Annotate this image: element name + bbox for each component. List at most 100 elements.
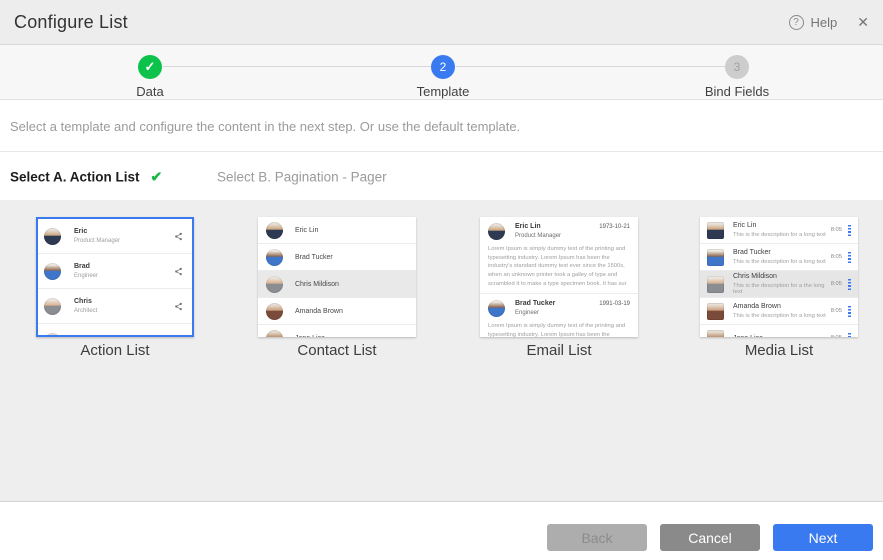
list-item: Eric Lin Product Manager 1973-10-21 Lore… — [480, 217, 638, 294]
share-icon — [174, 302, 183, 311]
template-label-action-list: Action List — [36, 342, 194, 359]
item-subtitle: Engineer — [74, 273, 98, 279]
drag-dots-icon — [848, 252, 851, 263]
cancel-button[interactable]: Cancel — [660, 524, 760, 551]
drag-dots-icon — [848, 333, 851, 338]
list-item: Brad Tucker — [258, 244, 416, 271]
list-item-selected: Chris Mildison — [258, 271, 416, 298]
item-description: This is the description for a long text — [733, 259, 826, 265]
item-body: Lorem Ipsum is simply dummy text of the … — [488, 322, 630, 337]
list-item: Chris Architect — [38, 289, 192, 324]
template-card-action-list[interactable]: Eric Product Manager Brad Engineer Chris… — [36, 217, 194, 337]
avatar — [707, 222, 724, 239]
avatar — [266, 330, 283, 338]
item-description: This is the description for a long text — [733, 313, 826, 319]
item-name: Eric Lin — [295, 227, 318, 234]
avatar — [266, 249, 283, 266]
item-name: Brad Tucker — [295, 254, 333, 261]
list-item: Amanda Brown — [258, 298, 416, 325]
item-duration: 8:05 — [831, 227, 842, 233]
avatar — [707, 330, 724, 338]
item-duration: 8:05 — [831, 281, 842, 287]
avatar — [707, 303, 724, 320]
item-name: Amanda Brown — [295, 308, 343, 315]
avatar — [44, 333, 61, 338]
help-button[interactable]: ? Help — [789, 15, 838, 30]
item-duration: 8:05 — [831, 335, 842, 337]
item-name: Chris Mildison — [733, 273, 831, 280]
template-card-media-list[interactable]: Eric Lin This is the description for a l… — [700, 217, 858, 337]
drag-dots-icon — [848, 225, 851, 236]
item-name: Jane Lisa — [733, 335, 763, 338]
share-icon — [174, 267, 183, 276]
item-name: Chris Mildison — [295, 281, 339, 288]
list-item: Amanda Brown This is the description for… — [700, 298, 858, 325]
header-actions: ? Help ✕ — [789, 14, 869, 31]
select-row: Select A. Action List ✔ Select B. Pagina… — [0, 153, 883, 200]
avatar — [707, 276, 724, 293]
step-template[interactable]: 2 Template — [373, 45, 513, 99]
item-role: Engineer — [515, 310, 555, 316]
item-name: Chris — [74, 298, 97, 305]
step-done-check-icon: ✓ — [138, 55, 162, 79]
dialog-footer: Back Cancel Next — [0, 502, 883, 560]
list-item: Brad Engineer — [38, 254, 192, 289]
item-duration: 8:05 — [831, 308, 842, 314]
item-name: Amanda Brown — [733, 303, 826, 310]
instruction-text: Select a template and configure the cont… — [0, 101, 883, 152]
share-icon — [174, 232, 183, 241]
step-number: 2 — [431, 55, 455, 79]
step-label: Bind Fields — [667, 84, 807, 99]
item-body: Lorem Ipsum is simply dummy text of the … — [488, 245, 630, 288]
drag-dots-icon — [848, 279, 851, 290]
template-card-contact-list[interactable]: Eric Lin Brad Tucker Chris Mildison Aman… — [258, 217, 416, 337]
avatar — [266, 303, 283, 320]
help-icon: ? — [789, 15, 804, 30]
item-name: Brad Tucker — [733, 249, 826, 256]
item-name: Eric Lin — [733, 222, 826, 229]
avatar — [488, 300, 505, 317]
item-date: 1973-10-21 — [599, 224, 630, 230]
avatar — [44, 228, 61, 245]
select-a-label: Select A. Action List — [10, 169, 140, 184]
select-a-action-list[interactable]: Select A. Action List ✔ — [10, 168, 162, 185]
dialog-title: Configure List — [14, 12, 128, 33]
selected-check-icon: ✔ — [151, 168, 163, 185]
close-icon[interactable]: ✕ — [857, 14, 869, 31]
avatar — [44, 298, 61, 315]
list-item: Amanda — [38, 324, 192, 337]
template-card-email-list[interactable]: Eric Lin Product Manager 1973-10-21 Lore… — [480, 217, 638, 337]
avatar — [44, 263, 61, 280]
list-item: Brad Tucker Engineer 1991-03-19 Lorem Ip… — [480, 294, 638, 337]
drag-dots-icon — [848, 306, 851, 317]
avatar — [266, 276, 283, 293]
avatar — [488, 223, 505, 240]
template-label-media-list: Media List — [700, 342, 858, 359]
item-date: 1991-03-19 — [599, 301, 630, 307]
item-role: Product Manager — [515, 233, 561, 239]
list-item: Eric Lin This is the description for a l… — [700, 217, 858, 244]
item-name: Jane Lisa — [295, 335, 325, 338]
item-subtitle: Product Manager — [74, 238, 120, 244]
select-b-pagination[interactable]: Select B. Pagination - Pager — [217, 169, 387, 184]
step-bind-fields[interactable]: 3 Bind Fields — [667, 45, 807, 99]
item-description: This is the description for a the long t… — [733, 283, 831, 295]
list-item: Eric Lin — [258, 217, 416, 244]
item-description: This is the description for a long text — [733, 232, 826, 238]
template-label-contact-list: Contact List — [258, 342, 416, 359]
avatar — [266, 222, 283, 239]
list-item-selected: Chris Mildison This is the description f… — [700, 271, 858, 298]
item-name: Eric Lin — [515, 223, 561, 230]
next-button[interactable]: Next — [773, 524, 873, 551]
wizard-stepper: ✓ Data 2 Template 3 Bind Fields — [0, 45, 883, 100]
step-label: Data — [80, 84, 220, 99]
back-button[interactable]: Back — [547, 524, 647, 551]
item-duration: 8:05 — [831, 254, 842, 260]
item-name: Brad — [74, 263, 98, 270]
step-label: Template — [373, 84, 513, 99]
dialog-header: Configure List ? Help ✕ — [0, 0, 883, 45]
list-item: Jane Lisa 8:05 — [700, 325, 858, 337]
step-data[interactable]: ✓ Data — [80, 45, 220, 99]
list-item: Brad Tucker This is the description for … — [700, 244, 858, 271]
list-item: Eric Product Manager — [38, 219, 192, 254]
